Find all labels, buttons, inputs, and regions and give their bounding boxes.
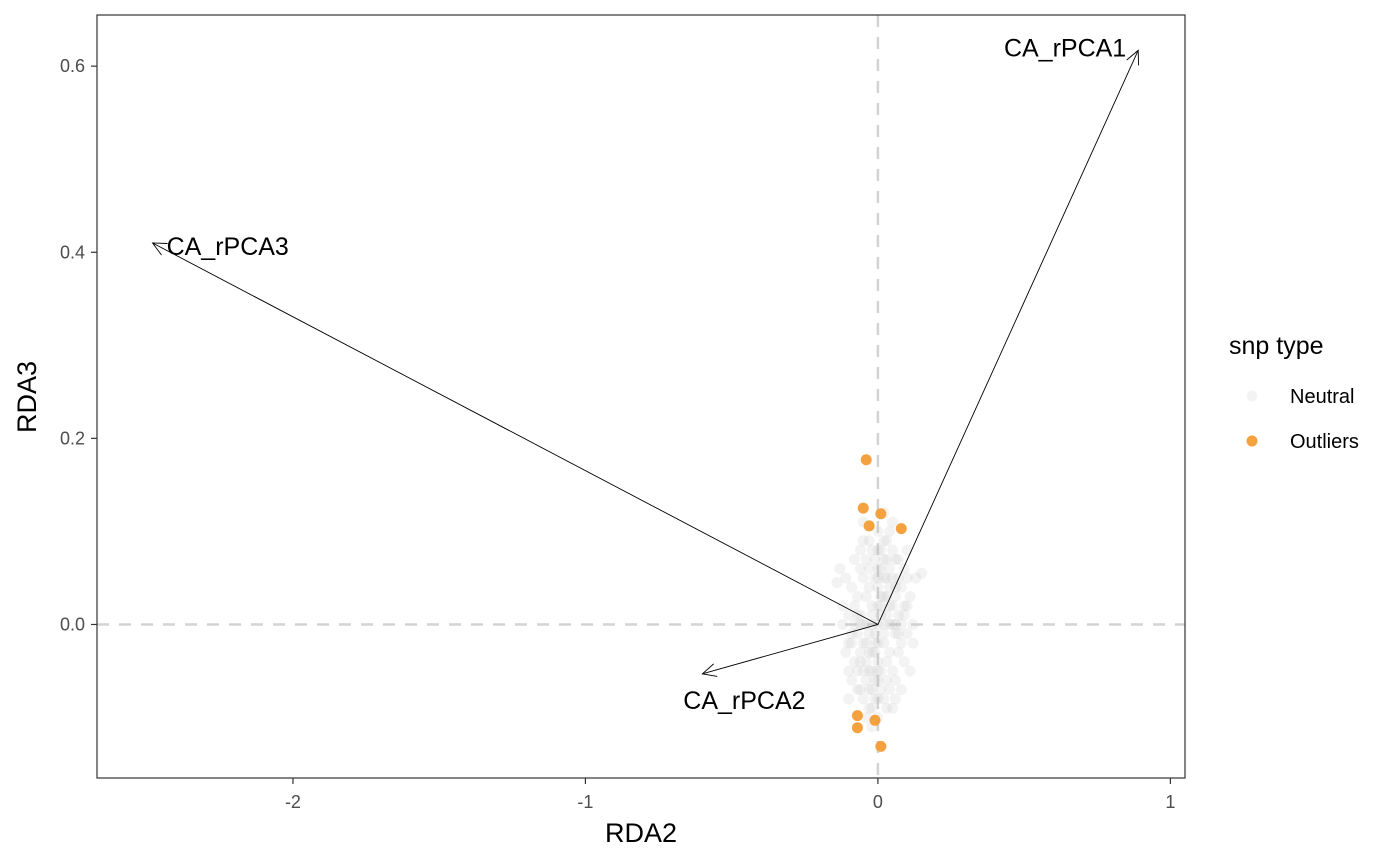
neutral-point (905, 665, 916, 676)
neutral-point (840, 647, 851, 658)
neutral-point (908, 619, 919, 630)
neutral-point (884, 526, 895, 537)
neutral-point (855, 545, 866, 556)
neutral-point (884, 563, 895, 574)
neutral-point (843, 638, 854, 649)
outlier-point (852, 722, 863, 733)
neutral-point (916, 568, 927, 579)
neutral-point (867, 545, 878, 556)
neutral-point (875, 684, 886, 695)
neutral-point (881, 675, 892, 686)
neutral-point (887, 665, 898, 676)
y-tick-label: 0.2 (60, 428, 85, 448)
neutral-point (855, 684, 866, 695)
neutral-point (887, 517, 898, 528)
outlier-point (852, 710, 863, 721)
x-tick-label: -1 (577, 792, 593, 812)
outlier-point (896, 523, 907, 534)
neutral-point (861, 656, 872, 667)
neutral-point (858, 535, 869, 546)
outlier-point (864, 520, 875, 531)
neutral-point (855, 647, 866, 658)
neutral-point (849, 554, 860, 565)
neutral-point (893, 628, 904, 639)
neutral-point (861, 675, 872, 686)
neutral-point (884, 647, 895, 658)
neutral-point (887, 703, 898, 714)
vector-label-ca_rpca2: CA_rPCA2 (683, 687, 805, 715)
neutral-point (858, 693, 869, 704)
neutral-point (843, 693, 854, 704)
neutral-point (890, 554, 901, 565)
y-tick-label: 0.4 (60, 242, 85, 262)
legend-label-outliers: Outliers (1290, 431, 1359, 453)
neutral-point (872, 572, 883, 583)
neutral-point (846, 628, 857, 639)
neutral-point (884, 600, 895, 611)
neutral-point (869, 554, 880, 565)
vector-label-ca_rpca3: CA_rPCA3 (167, 233, 289, 261)
plot-background (0, 0, 1400, 865)
x-tick-label: 1 (1165, 792, 1175, 812)
neutral-point (887, 619, 898, 630)
neutral-point (849, 656, 860, 667)
neutral-point (861, 591, 872, 602)
neutral-point (902, 545, 913, 556)
outlier-point (869, 715, 880, 726)
neutral-point (864, 582, 875, 593)
neutral-point (837, 619, 848, 630)
y-tick-label: 0.0 (60, 614, 85, 634)
neutral-point (899, 610, 910, 621)
neutral-point (878, 535, 889, 546)
neutral-point (872, 600, 883, 611)
neutral-point (846, 582, 857, 593)
x-axis-title: RDA2 (605, 818, 677, 848)
y-tick-label: 0.6 (60, 56, 85, 76)
y-axis-title: RDA3 (12, 361, 42, 433)
neutral-point (867, 647, 878, 658)
neutral-point (852, 665, 863, 676)
neutral-point (872, 665, 883, 676)
neutral-point (902, 600, 913, 611)
neutral-point (899, 656, 910, 667)
neutral-point (867, 703, 878, 714)
neutral-point (840, 572, 851, 583)
neutral-point (899, 563, 910, 574)
neutral-point (869, 628, 880, 639)
neutral-point (908, 638, 919, 649)
x-tick-label: -2 (285, 792, 301, 812)
neutral-point (887, 545, 898, 556)
x-tick-label: 0 (873, 792, 883, 812)
neutral-point (890, 693, 901, 704)
legend-label-neutral: Neutral (1290, 386, 1354, 408)
legend-key-neutral (1247, 391, 1258, 402)
neutral-point (834, 563, 845, 574)
vector-label-ca_rpca1: CA_rPCA1 (1004, 34, 1126, 62)
neutral-point (881, 656, 892, 667)
neutral-point (896, 684, 907, 695)
outlier-point (875, 741, 886, 752)
neutral-point (896, 638, 907, 649)
neutral-point (861, 638, 872, 649)
outlier-point (861, 454, 872, 465)
neutral-point (858, 572, 869, 583)
outlier-point (858, 503, 869, 514)
neutral-point (872, 638, 883, 649)
outlier-point (875, 508, 886, 519)
legend-key-outliers (1247, 436, 1258, 447)
neutral-point (878, 591, 889, 602)
neutral-point (846, 675, 857, 686)
neutral-point (864, 563, 875, 574)
neutral-point (878, 693, 889, 704)
legend-title: snp type (1229, 332, 1324, 360)
neutral-point (890, 591, 901, 602)
neutral-point (896, 582, 907, 593)
neutral-point (893, 572, 904, 583)
rda-biplot: -2 -1 0 1 0.0 0.2 0.4 0.6 RDA2 RDA3 snp type N… (0, 0, 1400, 865)
neutral-point (905, 591, 916, 602)
